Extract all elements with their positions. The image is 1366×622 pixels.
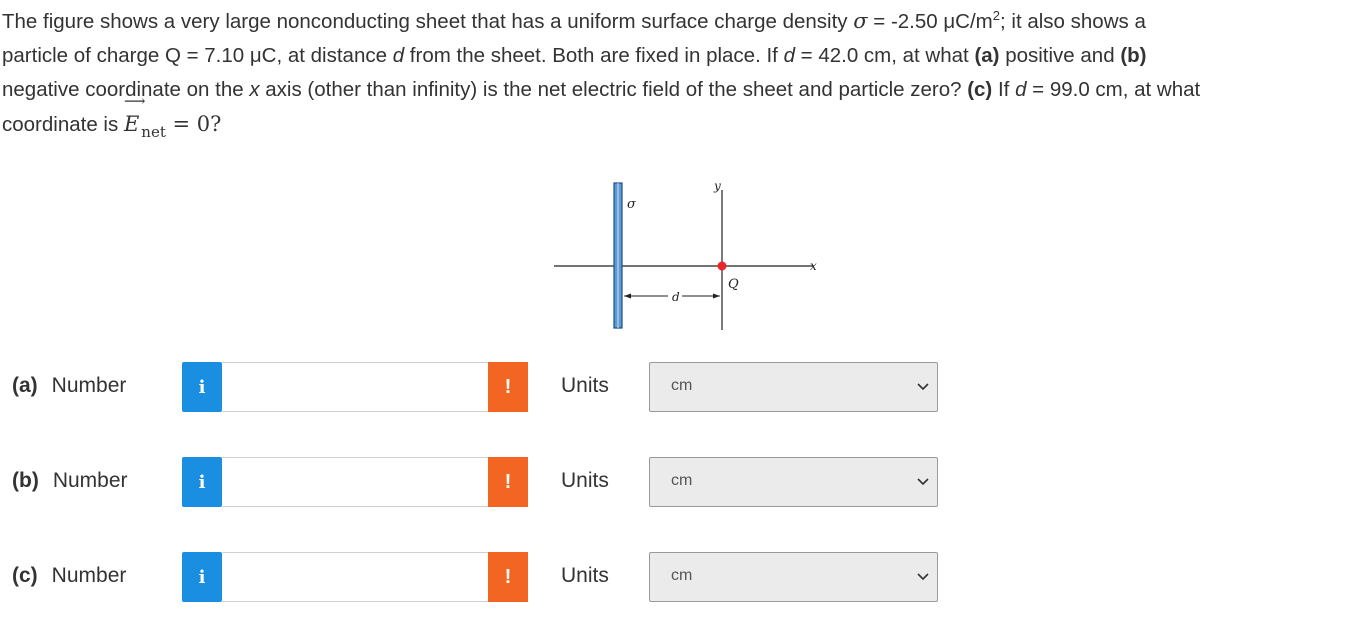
row-label: (a) Number (12, 374, 127, 397)
units-select-c[interactable]: cm (649, 552, 938, 602)
chevron-down-icon (917, 478, 929, 486)
row-label: (b) Number (12, 469, 128, 492)
warning-button[interactable]: ! (488, 457, 528, 507)
number-input-b[interactable] (222, 457, 489, 507)
answer-row-b: (b) Number i ! Units cm (0, 457, 1366, 509)
units-value: cm (671, 567, 693, 584)
answer-row-c: (c) Number i ! Units cm (0, 552, 1366, 604)
info-button[interactable]: i (182, 457, 222, 507)
info-button[interactable]: i (182, 552, 222, 602)
sheet-charge-figure: d σ y x Q (554, 179, 817, 330)
distance-marker: d (624, 290, 720, 304)
chevron-down-icon (917, 573, 929, 581)
d-label: d (672, 290, 680, 304)
number-input-c[interactable] (222, 552, 489, 602)
number-input-a[interactable] (222, 362, 489, 412)
chevron-down-icon (917, 383, 929, 391)
warning-button[interactable]: ! (488, 362, 528, 412)
row-label: (c) Number (12, 564, 127, 587)
units-value: cm (671, 472, 693, 489)
x-label: x (810, 259, 817, 273)
units-label: Units (561, 469, 609, 492)
y-label: y (713, 179, 721, 193)
sigma-label: σ (627, 197, 637, 212)
info-button[interactable]: i (182, 362, 222, 412)
charge-particle (717, 261, 727, 271)
units-label: Units (561, 374, 609, 397)
units-select-a[interactable]: cm (649, 362, 938, 412)
warning-button[interactable]: ! (488, 552, 528, 602)
answer-row-a: (a) Number i ! Units cm (0, 362, 1366, 414)
e-vector: ⟶ E (123, 92, 146, 137)
units-label: Units (561, 564, 609, 587)
q-label: Q (728, 277, 739, 292)
units-select-b[interactable]: cm (649, 457, 938, 507)
units-value: cm (671, 377, 693, 394)
question-text: The figure shows a very large nonconduct… (2, 8, 1201, 141)
